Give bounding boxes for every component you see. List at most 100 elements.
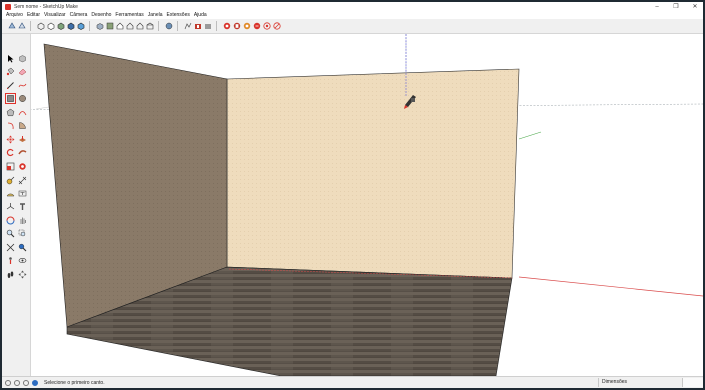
3d-viewport[interactable] bbox=[31, 34, 703, 376]
dimension-tool-icon[interactable] bbox=[18, 176, 27, 185]
tool-row bbox=[6, 54, 27, 63]
move-tool-icon[interactable] bbox=[6, 135, 15, 144]
tool-row bbox=[6, 148, 27, 157]
eraser-icon[interactable] bbox=[18, 67, 27, 76]
red-axis bbox=[518, 276, 703, 297]
circle-tool-icon[interactable] bbox=[18, 94, 27, 103]
geo-location-icon[interactable] bbox=[165, 22, 173, 30]
credits-icon[interactable] bbox=[14, 380, 20, 386]
zoom-window-icon[interactable] bbox=[18, 229, 27, 238]
no-entry-icon[interactable] bbox=[273, 22, 281, 30]
polygon-tool-icon[interactable] bbox=[6, 108, 15, 117]
top-toolbar bbox=[2, 19, 703, 34]
top-view-icon[interactable] bbox=[106, 22, 114, 30]
front-view-icon[interactable] bbox=[116, 22, 124, 30]
wireframe-style-icon[interactable] bbox=[37, 22, 45, 30]
window-title: Sem nome - SketchUp Make bbox=[14, 3, 78, 10]
geo-status-icon[interactable] bbox=[5, 380, 11, 386]
pie-tool-icon[interactable] bbox=[18, 121, 27, 130]
paint-bucket-icon[interactable] bbox=[6, 67, 15, 76]
toolbar-group-styles bbox=[6, 22, 26, 30]
menu-ferramentas[interactable]: Ferramentas bbox=[115, 12, 143, 18]
offset-tool-icon[interactable] bbox=[18, 162, 27, 171]
select-tool-icon[interactable] bbox=[6, 54, 15, 63]
follow-me-icon[interactable] bbox=[18, 148, 27, 157]
menu-camera[interactable]: Câmera bbox=[70, 12, 88, 18]
tool-row bbox=[6, 270, 27, 279]
measurements-input[interactable] bbox=[682, 378, 703, 387]
arc-tool-icon[interactable] bbox=[18, 108, 27, 117]
back-view-icon[interactable] bbox=[136, 22, 144, 30]
freehand-tool-icon[interactable] bbox=[18, 81, 27, 90]
tool-row bbox=[6, 176, 27, 185]
menu-extensoes[interactable]: Extensões bbox=[167, 12, 190, 18]
menu-desenho[interactable]: Desenho bbox=[91, 12, 111, 18]
back-edges-style-icon[interactable] bbox=[18, 22, 26, 30]
orbit-tool-icon[interactable] bbox=[6, 216, 15, 225]
menu-bar: Arquivo Editar Visualizar Câmera Desenho… bbox=[2, 11, 703, 19]
3d-warehouse-icon[interactable] bbox=[194, 22, 202, 30]
zoom-extents-icon[interactable] bbox=[6, 243, 15, 252]
tool-row bbox=[6, 135, 27, 144]
menu-janela[interactable]: Janela bbox=[148, 12, 163, 18]
toolbar-group-faces bbox=[35, 22, 85, 30]
rotate-tool-icon[interactable] bbox=[6, 148, 15, 157]
text-tool-icon[interactable] bbox=[18, 189, 27, 198]
tape-measure-icon[interactable] bbox=[6, 176, 15, 185]
tool-row bbox=[6, 243, 27, 252]
layout-send-icon[interactable] bbox=[233, 22, 241, 30]
menu-editar[interactable]: Editar bbox=[27, 12, 40, 18]
toolbar-separator bbox=[177, 21, 178, 31]
toolbar-separator bbox=[216, 21, 217, 31]
user-account-icon[interactable] bbox=[23, 380, 29, 386]
iso-view-icon[interactable] bbox=[96, 22, 104, 30]
left-view-icon[interactable] bbox=[146, 22, 154, 30]
tool-row bbox=[6, 81, 27, 90]
tool-row bbox=[6, 256, 27, 265]
walk-tool-icon[interactable] bbox=[6, 270, 15, 279]
rotated-arc-icon[interactable] bbox=[6, 121, 15, 130]
hidden-line-style-icon[interactable] bbox=[47, 22, 55, 30]
status-bar: Selecione o primeiro canto. Dimensões bbox=[2, 376, 703, 388]
make-component-icon[interactable] bbox=[18, 54, 27, 63]
minimize-button[interactable]: – bbox=[653, 4, 661, 10]
line-tool-icon[interactable] bbox=[6, 81, 15, 90]
xray-style-icon[interactable] bbox=[8, 22, 16, 30]
section-plane-icon[interactable] bbox=[18, 270, 27, 279]
toolbar-group-warehouse bbox=[182, 22, 212, 30]
instructor-icon[interactable] bbox=[32, 380, 38, 386]
shaded-textures-style-icon[interactable] bbox=[67, 22, 75, 30]
toolbar-separator bbox=[158, 21, 159, 31]
menu-arquivo[interactable]: Arquivo bbox=[6, 12, 23, 18]
right-view-icon[interactable] bbox=[126, 22, 134, 30]
model-scene[interactable] bbox=[31, 34, 703, 376]
shaded-style-icon[interactable] bbox=[57, 22, 65, 30]
look-around-icon[interactable] bbox=[18, 256, 27, 265]
zoom-tool-icon[interactable] bbox=[6, 229, 15, 238]
previous-view-icon[interactable] bbox=[18, 243, 27, 252]
menu-ajuda[interactable]: Ajuda bbox=[194, 12, 207, 18]
axes-tool-icon[interactable] bbox=[6, 202, 15, 211]
sandbox-icon[interactable] bbox=[184, 22, 192, 30]
ruby-console-icon[interactable] bbox=[253, 22, 261, 30]
extension-warehouse-icon[interactable] bbox=[223, 22, 231, 30]
share-model-icon[interactable] bbox=[204, 22, 212, 30]
dynamic-components-icon[interactable] bbox=[263, 22, 271, 30]
menu-visualizar[interactable]: Visualizar bbox=[44, 12, 66, 18]
scale-tool-icon[interactable] bbox=[6, 162, 15, 171]
push-pull-icon[interactable] bbox=[18, 135, 27, 144]
rectangle-tool-icon[interactable] bbox=[5, 93, 16, 104]
toolbar-group-geo bbox=[163, 22, 173, 30]
close-button[interactable]: ✕ bbox=[691, 3, 699, 10]
tool-row bbox=[6, 162, 27, 171]
3d-text-icon[interactable] bbox=[18, 202, 27, 211]
maximize-button[interactable]: ❐ bbox=[672, 3, 680, 10]
position-camera-icon[interactable] bbox=[6, 256, 15, 265]
extension-manager-icon[interactable] bbox=[243, 22, 251, 30]
toolbar-separator bbox=[89, 21, 90, 31]
back-wall[interactable] bbox=[226, 68, 520, 279]
protractor-icon[interactable] bbox=[6, 189, 15, 198]
sketchup-window: Sem nome - SketchUp Make – ❐ ✕ Arquivo E… bbox=[2, 2, 703, 388]
pan-tool-icon[interactable] bbox=[18, 216, 27, 225]
monochrome-style-icon[interactable] bbox=[77, 22, 85, 30]
